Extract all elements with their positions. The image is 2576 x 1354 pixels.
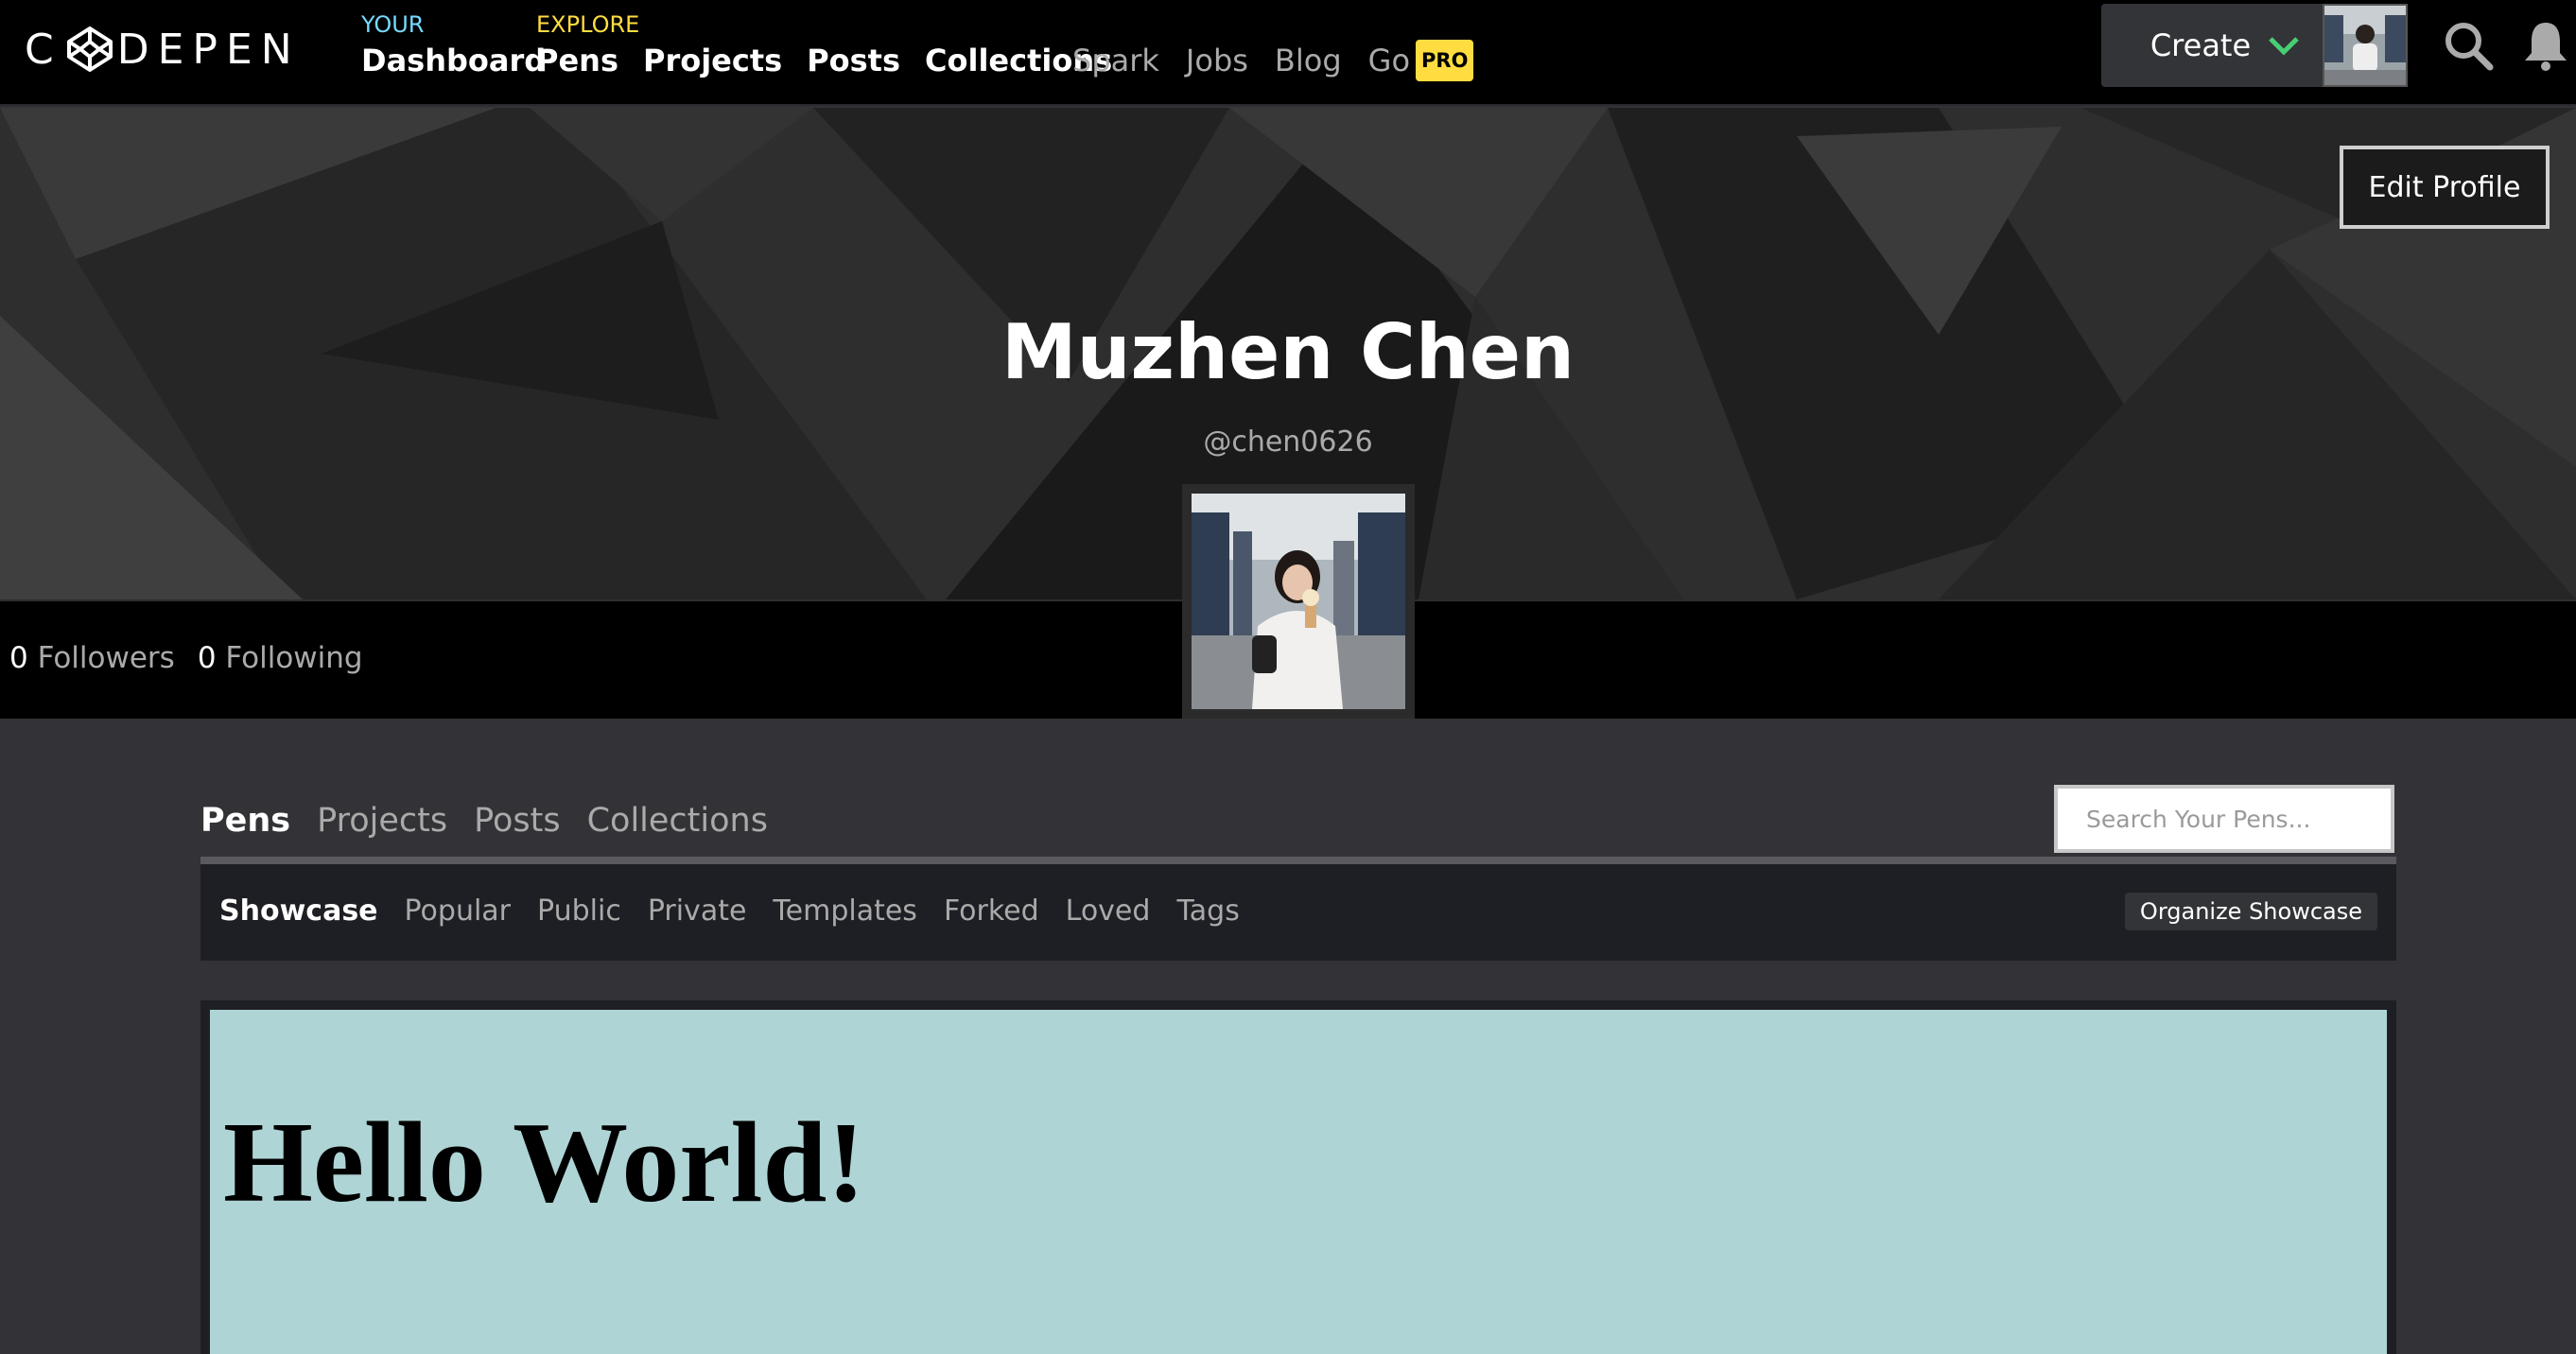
create-button[interactable]: Create xyxy=(2101,4,2349,87)
create-label: Create xyxy=(2150,27,2252,63)
nav-pens[interactable]: Pens xyxy=(536,42,618,79)
nav-blog[interactable]: Blog xyxy=(1275,42,1342,79)
subtab-loved[interactable]: Loved xyxy=(1066,894,1151,928)
codepen-cube-icon xyxy=(66,26,113,72)
bell-icon xyxy=(2525,23,2567,71)
content-tabs: Pens Projects Posts Collections xyxy=(200,802,768,840)
tab-projects[interactable]: Projects xyxy=(317,802,447,840)
top-navigation: C DEPEN YOUR Dashboard EXPLORE Pens Proj… xyxy=(0,0,2576,106)
pro-badge: PRO xyxy=(1416,40,1474,81)
subtab-popular[interactable]: Popular xyxy=(405,894,512,928)
tabs-divider xyxy=(200,857,2396,864)
subtab-forked[interactable]: Forked xyxy=(944,894,1039,928)
nav-jobs[interactable]: Jobs xyxy=(1186,42,1248,79)
followers-link[interactable]: 0 Followers xyxy=(9,641,175,675)
followers-count: 0 xyxy=(9,641,28,675)
profile-name: Muzhen Chen xyxy=(1001,308,1575,396)
nav-spark[interactable]: Spark xyxy=(1072,42,1159,79)
showcase-pen-card[interactable]: Hello World! xyxy=(200,1000,2396,1354)
nav-posts[interactable]: Posts xyxy=(807,42,900,79)
nav-your-group: YOUR Dashboard xyxy=(361,11,546,79)
notifications-button[interactable] xyxy=(2517,17,2574,74)
nav-dashboard[interactable]: Dashboard xyxy=(361,42,546,79)
subtab-showcase[interactable]: Showcase xyxy=(219,894,378,928)
nav-secondary: Spark Jobs Blog Go PRO xyxy=(1072,40,1474,81)
codepen-logo[interactable]: C DEPEN xyxy=(25,25,301,74)
tab-pens[interactable]: Pens xyxy=(200,802,290,840)
nav-explore-label: EXPLORE xyxy=(536,11,640,38)
pens-filter-bar: Showcase Popular Public Private Template… xyxy=(200,864,2396,961)
search-pens-input[interactable] xyxy=(2054,785,2394,853)
following-label: Following xyxy=(225,641,363,675)
profile-handle: @chen0626 xyxy=(1203,425,1373,459)
followers-label: Followers xyxy=(37,641,175,675)
nav-go-pro[interactable]: Go PRO xyxy=(1368,40,1474,81)
profile-avatar xyxy=(1182,484,1415,719)
nav-projects[interactable]: Projects xyxy=(643,42,782,79)
user-avatar-menu[interactable] xyxy=(2323,4,2408,87)
pen-preview[interactable]: Hello World! xyxy=(210,1010,2387,1354)
organize-showcase-button[interactable]: Organize Showcase xyxy=(2124,893,2377,930)
avatar-photo-thumbnail xyxy=(2324,6,2406,85)
subtab-public[interactable]: Public xyxy=(537,894,621,928)
edit-profile-button[interactable]: Edit Profile xyxy=(2340,146,2550,229)
chevron-down-icon xyxy=(2269,37,2299,56)
tab-posts[interactable]: Posts xyxy=(474,802,560,840)
pen-preview-heading: Hello World! xyxy=(223,1099,865,1226)
logo-suffix: DEPEN xyxy=(116,25,301,74)
nav-go: Go xyxy=(1367,43,1411,78)
subtab-tags[interactable]: Tags xyxy=(1176,894,1239,928)
following-link[interactable]: 0 Following xyxy=(198,641,363,675)
nav-your-label: YOUR xyxy=(361,11,425,38)
profile-photo xyxy=(1192,494,1405,709)
search-icon xyxy=(2445,23,2494,71)
search-button[interactable] xyxy=(2440,17,2497,74)
nav-explore-group: EXPLORE Pens Projects Posts Collections xyxy=(536,11,1112,79)
tab-collections[interactable]: Collections xyxy=(587,802,768,840)
following-count: 0 xyxy=(197,641,217,675)
subtab-private[interactable]: Private xyxy=(648,894,747,928)
logo-prefix: C xyxy=(25,25,62,74)
subtab-templates[interactable]: Templates xyxy=(773,894,917,928)
